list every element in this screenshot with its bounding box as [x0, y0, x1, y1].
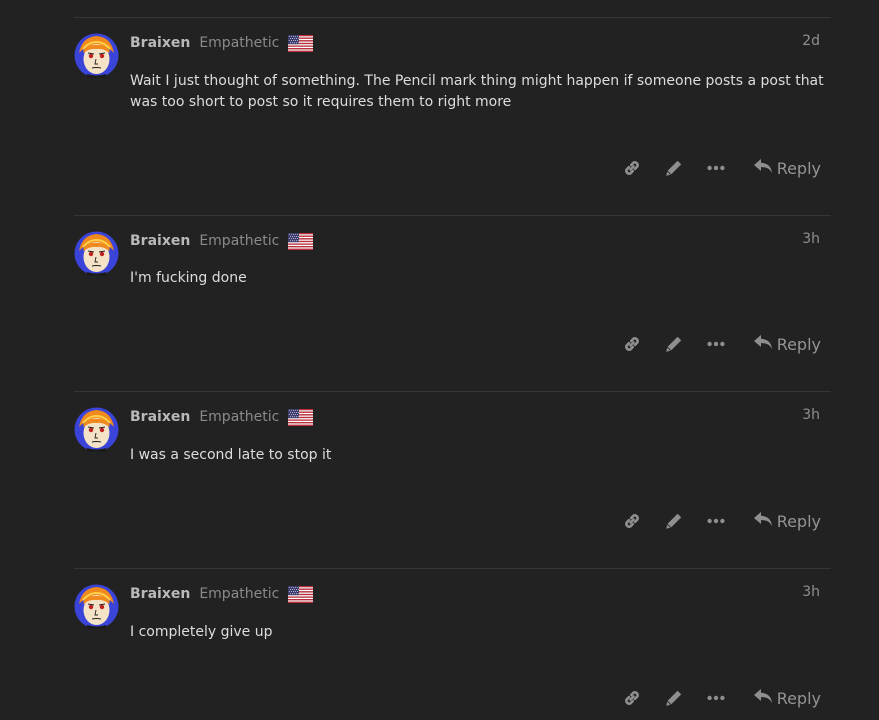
show-more-button[interactable]: [695, 508, 737, 534]
us-flag-icon: [279, 34, 314, 52]
topic-post: Braixen Empathetic 2d Wait I just though…: [74, 17, 831, 216]
post-body: I completely give up: [130, 624, 273, 640]
show-more-button[interactable]: [695, 331, 737, 357]
username[interactable]: Braixen: [130, 35, 190, 51]
edit-post-button[interactable]: [653, 508, 695, 534]
reply-button[interactable]: Reply: [753, 688, 821, 708]
reply-button[interactable]: Reply: [753, 334, 821, 354]
post-date[interactable]: 2d: [802, 33, 820, 49]
username[interactable]: Braixen: [130, 586, 190, 602]
show-more-button[interactable]: [695, 685, 737, 711]
link-icon: [623, 159, 641, 177]
copy-link-button[interactable]: [611, 155, 653, 181]
username[interactable]: Braixen: [130, 409, 190, 425]
reply-arrow-icon: [753, 158, 773, 178]
reply-button[interactable]: Reply: [753, 158, 821, 178]
username[interactable]: Braixen: [130, 233, 190, 249]
topic-post: Braixen Empathetic 3h I'm fucking done R…: [74, 215, 831, 392]
post-date[interactable]: 3h: [802, 584, 820, 600]
link-icon: [623, 512, 641, 530]
user-title: Empathetic: [199, 409, 280, 425]
pencil-icon: [665, 159, 683, 177]
reply-label: Reply: [776, 334, 821, 354]
post-controls: Reply: [611, 155, 821, 181]
post-body: Wait I just thought of something. The Pe…: [130, 73, 824, 110]
ellipsis-icon: [707, 341, 725, 347]
copy-link-button[interactable]: [611, 685, 653, 711]
avatar[interactable]: [74, 584, 119, 629]
edit-post-button[interactable]: [653, 331, 695, 357]
reply-label: Reply: [776, 158, 821, 178]
pencil-icon: [665, 335, 683, 353]
user-title: Empathetic: [199, 35, 280, 51]
pencil-icon: [665, 689, 683, 707]
avatar[interactable]: [74, 231, 119, 276]
avatar[interactable]: [74, 33, 119, 78]
copy-link-button[interactable]: [611, 508, 653, 534]
post-date[interactable]: 3h: [802, 231, 820, 247]
reply-label: Reply: [776, 511, 821, 531]
topic-post: Braixen Empathetic 3h I was a second lat…: [74, 391, 831, 569]
user-title: Empathetic: [199, 586, 280, 602]
reply-arrow-icon: [753, 511, 773, 531]
topic-post-stream: Braixen Empathetic 2d Wait I just though…: [0, 0, 879, 720]
post-controls: Reply: [611, 685, 821, 711]
us-flag-icon: [279, 232, 314, 250]
post-controls: Reply: [611, 508, 821, 534]
pencil-icon: [665, 512, 683, 530]
reply-arrow-icon: [753, 688, 773, 708]
post-body: I'm fucking done: [130, 270, 247, 286]
post-date[interactable]: 3h: [802, 407, 820, 423]
reply-button[interactable]: Reply: [753, 511, 821, 531]
post-author-info: Braixen Empathetic: [130, 231, 314, 251]
post-author-info: Braixen Empathetic: [130, 584, 314, 604]
link-icon: [623, 689, 641, 707]
post-body: I was a second late to stop it: [130, 447, 332, 463]
us-flag-icon: [279, 585, 314, 603]
post-author-info: Braixen Empathetic: [130, 407, 314, 427]
copy-link-button[interactable]: [611, 331, 653, 357]
edit-post-button[interactable]: [653, 155, 695, 181]
ellipsis-icon: [707, 695, 725, 701]
reply-label: Reply: [776, 688, 821, 708]
edit-post-button[interactable]: [653, 685, 695, 711]
post-author-info: Braixen Empathetic: [130, 33, 314, 53]
show-more-button[interactable]: [695, 155, 737, 181]
ellipsis-icon: [707, 518, 725, 524]
ellipsis-icon: [707, 165, 725, 171]
link-icon: [623, 335, 641, 353]
us-flag-icon: [279, 408, 314, 426]
avatar[interactable]: [74, 407, 119, 452]
user-title: Empathetic: [199, 233, 280, 249]
post-controls: Reply: [611, 331, 821, 357]
reply-arrow-icon: [753, 334, 773, 354]
topic-post: Braixen Empathetic 3h I completely give …: [74, 568, 831, 720]
